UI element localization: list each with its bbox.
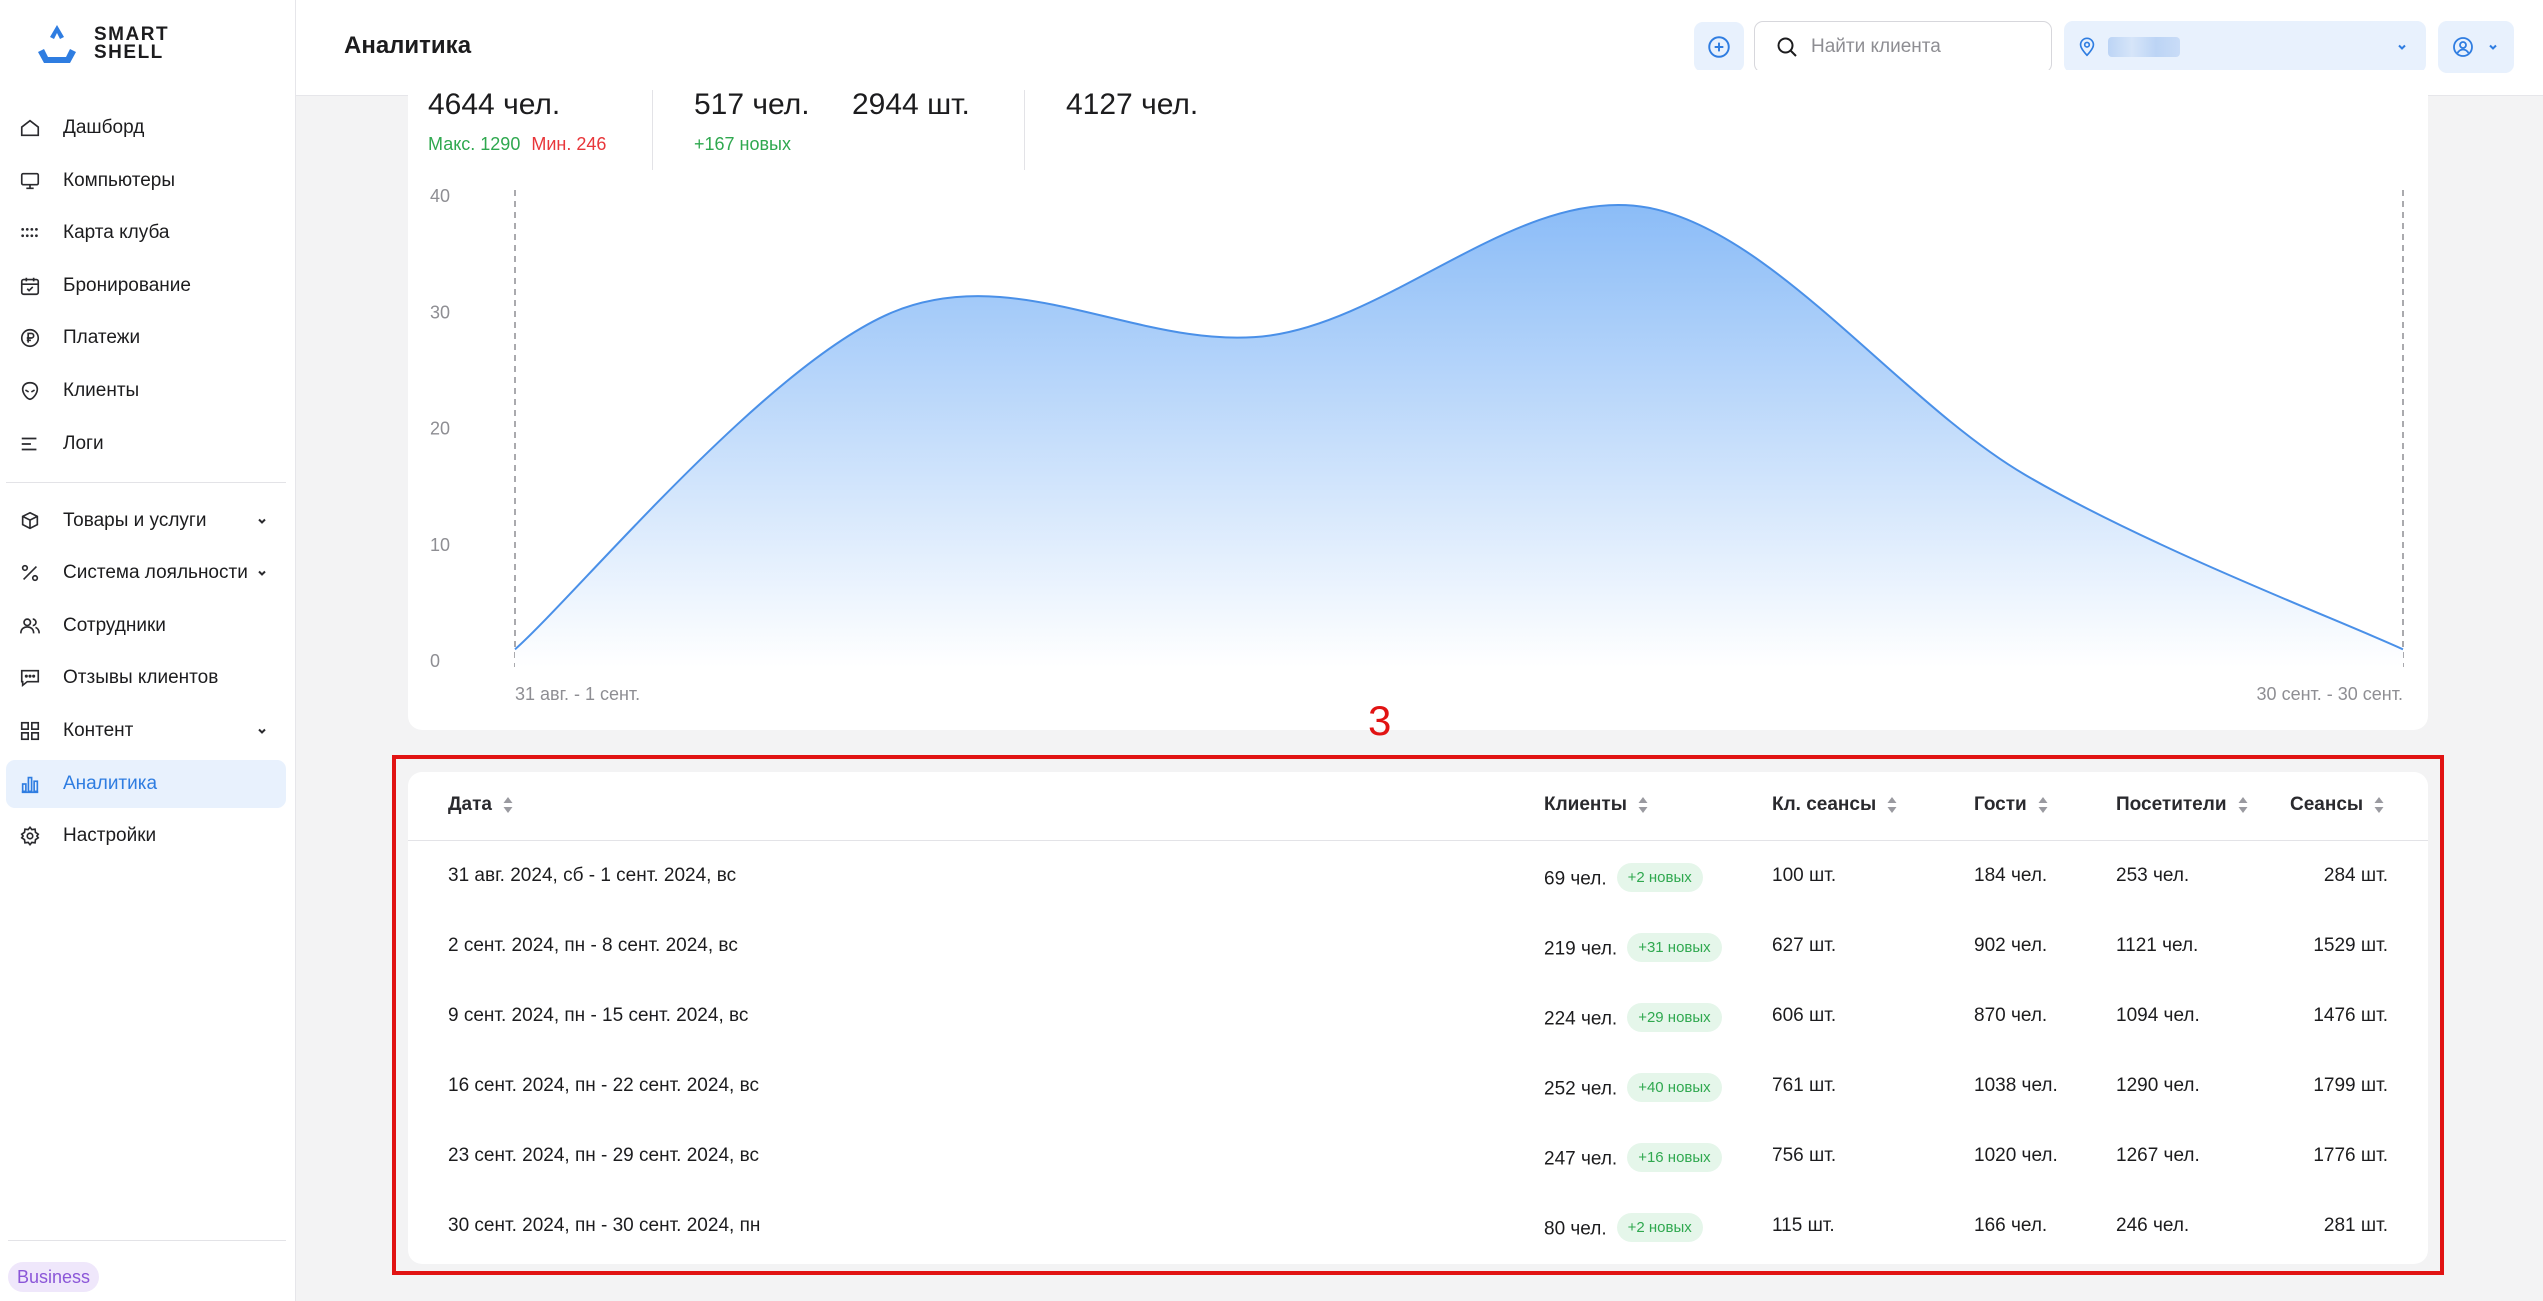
nav-item-content[interactable]: Контент (6, 707, 286, 755)
bar-chart-icon (18, 772, 42, 796)
nav-item-goods-services[interactable]: Товары и услуги (6, 497, 286, 545)
gear-icon (18, 824, 42, 848)
monitor-icon (18, 169, 42, 193)
area-fill (515, 204, 2403, 667)
nav-label: Сотрудники (63, 614, 166, 636)
nav-label: Логи (63, 432, 104, 454)
y-tick-label: 10 (430, 535, 450, 555)
stats-chart-card: 4644 чел. Макс. 1290 Мин. 246 517 чел. +… (408, 70, 2428, 730)
x-tick-label: 30 сент. - 30 сент. (2257, 684, 2403, 704)
nav-label: Контент (63, 719, 134, 741)
nav-item-loyalty[interactable]: Система лояльности (6, 549, 286, 597)
nav-label: Бронирование (63, 274, 191, 296)
home-icon (18, 116, 42, 140)
x-tick-label: 31 авг. - 1 сент. (515, 684, 640, 704)
people-icon (18, 614, 42, 638)
y-tick-label: 30 (430, 302, 450, 322)
nav-label: Аналитика (63, 772, 158, 794)
user-circle-icon (2453, 37, 2473, 57)
nav-label: Настройки (63, 825, 157, 847)
user-menu-button[interactable] (2438, 21, 2514, 73)
nav-item-booking[interactable]: Бронирование (6, 262, 286, 310)
annotation-highlight-box (392, 755, 2444, 1275)
chevron-down-icon (2489, 44, 2497, 50)
percent-icon (18, 561, 42, 585)
apps-icon (18, 719, 42, 743)
nav-label: Клиенты (63, 379, 140, 401)
alien-icon (18, 379, 42, 403)
add-button[interactable] (1694, 22, 1744, 72)
nav-label: Карта клуба (63, 222, 170, 244)
visitors-area-chart: 0 10 20 30 40 31 авг. - 1 сент. 30 сент. - 30 … (430, 186, 2404, 704)
sidebar: SMART SHELL Дашборд Компьютеры Карта клу… (0, 0, 296, 1301)
y-tick-label: 0 (430, 651, 440, 671)
nav-item-analytics[interactable]: Аналитика (6, 759, 286, 808)
smart-shell-logo-icon (38, 25, 76, 63)
logo[interactable]: SMART SHELL (34, 22, 169, 66)
nav-label: Товары и услуги (63, 509, 207, 531)
nav-item-club-map[interactable]: Карта клуба (6, 209, 286, 257)
page-title: Аналитика (344, 32, 472, 59)
nav-item-reviews[interactable]: Отзывы клиентов (6, 654, 286, 702)
sidebar-divider (8, 1240, 286, 1241)
chevron-down-icon (258, 518, 266, 524)
chat-icon (18, 666, 42, 690)
nav-label: Система лояльности (63, 562, 248, 584)
annotation-number: 3 (1368, 697, 1392, 744)
brand-name: SMART SHELL (94, 25, 169, 63)
main-nav: Дашборд Компьютеры Карта клуба Бронирова… (6, 104, 286, 865)
nav-label: Дашборд (63, 117, 145, 138)
box-icon (18, 509, 42, 533)
search-input[interactable] (1811, 36, 2041, 58)
nav-item-computers[interactable]: Компьютеры (6, 157, 286, 205)
chevron-down-icon (2398, 44, 2406, 50)
nav-label: Отзывы клиентов (63, 667, 219, 689)
nav-label: Платежи (63, 327, 141, 349)
brand-line-2: SHELL (94, 42, 164, 63)
grid-dots-icon (18, 221, 42, 245)
ruble-icon (18, 326, 42, 350)
chevron-down-icon (258, 570, 266, 577)
search-icon (1777, 37, 1797, 57)
client-search[interactable] (1754, 21, 2052, 73)
nav-divider (6, 481, 286, 483)
chevron-down-icon (258, 728, 266, 734)
nav-item-clients[interactable]: Клиенты (6, 367, 286, 415)
nav-item-logs[interactable]: Логи (6, 420, 286, 468)
club-select[interactable] (2064, 21, 2426, 73)
plan-badge: Business (8, 1262, 100, 1292)
calendar-icon (18, 274, 42, 298)
nav-label: Компьютеры (63, 169, 175, 191)
plus-circle-icon (1708, 36, 1730, 58)
location-pin-icon (2079, 37, 2095, 57)
lines-icon (18, 432, 42, 456)
y-tick-label: 40 (430, 186, 450, 206)
club-name-blurred (2108, 37, 2180, 57)
nav-item-dashboard[interactable]: Дашборд (6, 104, 286, 152)
nav-item-settings[interactable]: Настройки (6, 812, 286, 860)
nav-item-payments[interactable]: Платежи (6, 314, 286, 362)
nav-item-staff[interactable]: Сотрудники (6, 602, 286, 650)
y-tick-label: 20 (430, 419, 450, 439)
